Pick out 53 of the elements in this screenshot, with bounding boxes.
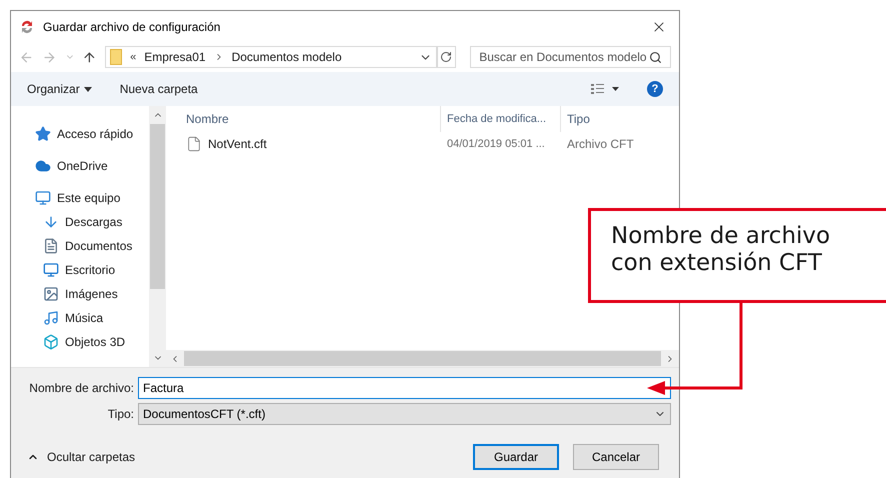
breadcrumb[interactable]: Empresa01 [144,48,206,66]
filename-field[interactable]: Factura [138,377,671,399]
cube-icon [43,334,59,350]
document-icon [43,238,59,254]
table-cell-text: Archivo CFT [566,136,635,153]
folder-icon [110,49,122,65]
window-title: Guardar archivo de configuración [43,18,222,36]
column-header[interactable]: Nombre [166,106,441,132]
nav-item[interactable]: Este equipo [57,189,120,207]
hide-folders-button[interactable]: Ocultar carpetas [19,448,136,466]
refresh-icon [440,51,452,63]
filetype-dropdown[interactable]: DocumentosCFT (*.cft) [138,403,671,425]
music-icon [43,310,59,326]
nav-item[interactable]: Música [65,309,104,327]
file-row[interactable]: NotVent.cft 04/01/2019 05:01 ... Archivo CFT [166,132,679,156]
search-field[interactable]: Buscar en Documentos modelo [470,46,672,68]
nav-item[interactable]: OneDrive [57,157,108,175]
nav-item[interactable]: Escritorio [65,261,116,279]
nav-item[interactable]: Documentos [65,237,132,255]
nav-item[interactable]: Imágenes [65,285,118,303]
overflow-mark[interactable]: « [130,48,136,66]
field-label: Tipo: [106,406,134,423]
scrollbar[interactable] [149,106,166,367]
file-icon [186,136,202,152]
breadcrumb[interactable]: Documentos modelo [232,48,342,66]
column-header[interactable]: Tipo [561,106,679,132]
desktop-icon [43,262,59,278]
refresh-button[interactable] [436,46,456,68]
monitor-icon [35,190,51,206]
download-icon [43,214,59,230]
image-icon [43,286,59,302]
address-bar[interactable]: « Empresa01 Documentos modelo [105,46,436,68]
search-icon [649,50,662,64]
view-icon[interactable] [591,84,619,94]
app-icon [19,18,35,34]
caret-icon [84,86,92,92]
nav-item[interactable]: Acceso rápido [57,125,134,143]
dialog-button[interactable]: Cancelar [573,444,659,470]
new-folder-button[interactable]: Nueva carpeta [120,80,198,98]
callout-text: Nombre de archivo con extensión CFT [611,223,832,277]
cloud-icon [35,158,51,174]
table-cell-text: 04/01/2019 05:01 ... [446,136,546,152]
dialog-button[interactable]: Guardar [473,444,559,470]
field-label: Nombre de archivo: [28,380,134,397]
organize-button[interactable]: Organizar [27,80,92,98]
nav-item[interactable]: Descargas [65,213,122,231]
filetype-value: DocumentosCFT (*.cft) [143,406,266,423]
column-header[interactable]: Fecha de modifica... [441,106,561,132]
file-name: NotVent.cft [208,136,267,153]
horizontal-scrollbar[interactable] [166,350,679,367]
nav-item[interactable]: Objetos 3D [65,333,126,351]
star-icon [35,126,51,142]
help-button[interactable]: ? [647,81,663,97]
